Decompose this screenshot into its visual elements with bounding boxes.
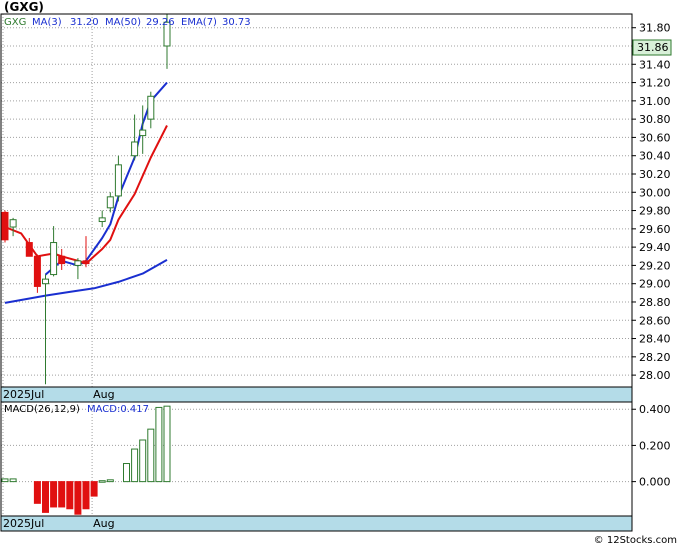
candle-body <box>58 255 66 265</box>
candle-body <box>1 211 9 241</box>
candle-body <box>106 196 114 209</box>
legend-ema7-value: 30.73 <box>222 17 251 28</box>
candle-body <box>82 260 90 265</box>
candle-body <box>33 255 41 287</box>
macd-x-tick-label: Aug <box>93 517 114 530</box>
macd-bar <box>147 428 155 483</box>
price-y-tick-label: 31.80 <box>639 22 671 35</box>
price-y-tick-label: 28.40 <box>639 333 671 346</box>
legend-ema7-label: EMA(7) <box>181 17 217 28</box>
legend-ticker: GXG <box>4 17 26 28</box>
price-y-tick-label: 28.00 <box>639 369 671 382</box>
candle-body <box>114 164 122 197</box>
macd-bar <box>33 481 41 504</box>
macd-bar <box>9 478 17 483</box>
price-y-tick-label: 31.20 <box>639 77 671 90</box>
candle-body <box>9 219 17 228</box>
macd-bar <box>82 481 90 510</box>
macd-y-tick-label: 0.200 <box>639 439 671 452</box>
macd-params-label: MACD(26,12,9) <box>4 404 80 415</box>
legend-ma50-value: 29.26 <box>146 17 175 28</box>
legend-ma3-label: MA(3) <box>32 17 62 28</box>
price-x-tick-label: Aug <box>93 388 114 401</box>
watermark: © 12Stocks.com <box>594 535 677 546</box>
price-y-tick-label: 28.60 <box>639 314 671 327</box>
macd-bar <box>66 481 74 510</box>
macd-bar <box>74 481 82 515</box>
candle-body <box>139 129 147 137</box>
legend-ma3-value: 31.20 <box>70 17 99 28</box>
macd-y-tick-label: 0.000 <box>639 476 671 489</box>
price-y-tick-label: 30.80 <box>639 113 671 126</box>
legend-ma50-label: MA(50) <box>105 17 141 28</box>
price-x-tick-label: 2025Jul <box>3 388 44 401</box>
macd-bar <box>106 479 114 483</box>
macd-bar <box>42 481 49 513</box>
candle-body <box>74 260 82 266</box>
ticker-title: (GXG) <box>4 0 44 14</box>
macd-bar <box>139 439 147 483</box>
price-y-tick-label: 29.40 <box>639 241 671 254</box>
macd-bar <box>155 406 163 483</box>
candle-body <box>25 242 33 257</box>
macd-x-tick-label: 2025Jul <box>3 517 44 530</box>
candle-body <box>147 95 155 120</box>
candle-body <box>98 217 106 223</box>
macd-bar <box>131 448 139 483</box>
price-y-tick-label: 28.80 <box>639 296 671 309</box>
candle-body <box>42 278 49 285</box>
price-y-tick-label: 28.20 <box>639 351 671 364</box>
candle-body <box>131 141 139 157</box>
macd-bar <box>1 478 9 483</box>
price-y-tick-label: 30.20 <box>639 168 671 181</box>
price-y-tick-label: 29.60 <box>639 223 671 236</box>
price-y-tick-label: 29.00 <box>639 278 671 291</box>
stock-chart: 28.00 28.20 28.40 28.60 28.80 29.00 29.20 29.40… <box>0 0 680 546</box>
macd-bar <box>98 480 106 483</box>
macd-bar <box>50 481 58 508</box>
macd-bar <box>58 481 66 508</box>
macd-bar <box>163 405 171 483</box>
chart-background <box>0 0 680 546</box>
macd-y-tick-label: 0.400 <box>639 403 671 416</box>
macd-bar <box>123 463 130 483</box>
macd-value-label: MACD:0.417 <box>87 404 149 415</box>
price-y-tick-label: 31.40 <box>639 58 671 71</box>
price-y-tick-label: 30.40 <box>639 150 671 163</box>
price-y-tick-label: 29.80 <box>639 205 671 218</box>
last-price-tag: 31.86 <box>637 41 669 54</box>
macd-bar <box>90 481 98 497</box>
price-y-tick-label: 29.20 <box>639 259 671 272</box>
price-y-tick-label: 30.60 <box>639 131 671 144</box>
price-y-tick-label: 31.00 <box>639 95 671 108</box>
price-y-tick-label: 30.00 <box>639 186 671 199</box>
candle-body <box>50 242 58 276</box>
